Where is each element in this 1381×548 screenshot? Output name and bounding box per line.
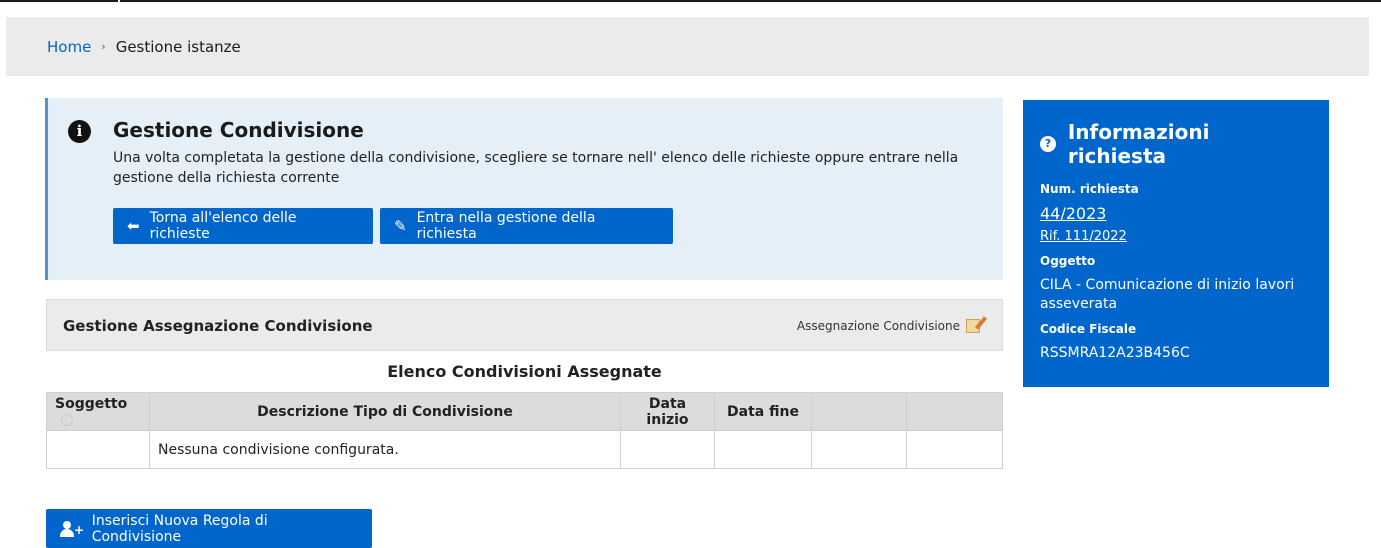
num-value-link[interactable]: 44/2023	[1040, 204, 1312, 223]
column-header-soggetto[interactable]: Soggetto	[46, 392, 150, 431]
question-icon: ?	[1040, 136, 1056, 152]
assignment-link[interactable]: Assegnazione Condivisione	[797, 319, 980, 333]
column-header-data-fine: Data fine	[714, 392, 812, 431]
back-to-list-button[interactable]: ⬅ Torna all'elenco delle richieste	[113, 208, 373, 244]
enter-request-label: Entra nella gestione della richiesta	[416, 210, 596, 242]
rif-link[interactable]: Rif. 111/2022	[1040, 229, 1312, 244]
request-info-panel: ? Informazioni richiesta Num. richiesta …	[1023, 100, 1329, 387]
info-title: Gestione Condivisione	[113, 118, 364, 142]
new-rule-button[interactable]: + Inserisci Nuova Regola di Condivisione	[46, 509, 372, 548]
assignment-header: Gestione Assegnazione Condivisione Asseg…	[46, 299, 1003, 351]
cell-empty	[906, 430, 1003, 469]
add-user-icon: +	[60, 520, 84, 537]
new-rule-label: Inserisci Nuova Regola di Condivisione	[91, 512, 268, 545]
assignments-table: Soggetto Descrizione Tipo di Condivision…	[46, 392, 1003, 469]
edit-note-icon	[966, 319, 980, 333]
column-header-data-inizio: Data inizio	[620, 392, 715, 431]
enter-request-button[interactable]: ✎ Entra nella gestione della richiesta	[380, 208, 673, 244]
info-box: i Gestione Condivisione Una volta comple…	[45, 98, 1003, 280]
pencil-icon: ✎	[394, 217, 407, 235]
top-border	[0, 0, 1381, 2]
assignment-link-label: Assegnazione Condivisione	[796, 319, 960, 333]
breadcrumb-current: Gestione istanze	[115, 37, 241, 56]
info-icon: i	[68, 120, 91, 143]
column-header-empty-1	[811, 392, 907, 431]
sort-icon[interactable]	[61, 413, 73, 426]
cell-empty	[620, 430, 715, 469]
column-header-descrizione: Descrizione Tipo di Condivisione	[149, 392, 621, 431]
back-to-list-label: Torna all'elenco delle richieste	[149, 210, 297, 242]
oggetto-value: CILA - Comunicazione di inizio lavori as…	[1040, 277, 1295, 312]
table-caption: Elenco Condivisioni Assegnate	[387, 362, 662, 381]
cf-label: Codice Fiscale	[1040, 322, 1137, 336]
breadcrumb-home-link[interactable]: Home	[47, 38, 91, 56]
assignment-title: Gestione Assegnazione Condivisione	[63, 317, 373, 335]
info-text: Una volta completata la gestione della c…	[113, 150, 959, 186]
empty-message: Nessuna condivisione configurata.	[149, 430, 621, 469]
cell-empty	[714, 430, 812, 469]
panel-title: ? Informazioni richiesta	[1040, 120, 1312, 168]
table-row: Nessuna condivisione configurata.	[46, 430, 1003, 469]
arrow-back-icon: ⬅	[127, 217, 140, 235]
num-label: Num. richiesta	[1040, 182, 1139, 196]
cell-empty	[46, 430, 150, 469]
column-header-empty-2	[906, 392, 1003, 431]
breadcrumb-separator: ›	[101, 40, 106, 53]
cf-value: RSSMRA12A23B456C	[1040, 345, 1190, 361]
cell-empty	[811, 430, 907, 469]
breadcrumb: Home › Gestione istanze	[6, 17, 1369, 76]
table-header-row: Soggetto Descrizione Tipo di Condivision…	[46, 392, 1003, 431]
oggetto-label: Oggetto	[1040, 254, 1096, 268]
